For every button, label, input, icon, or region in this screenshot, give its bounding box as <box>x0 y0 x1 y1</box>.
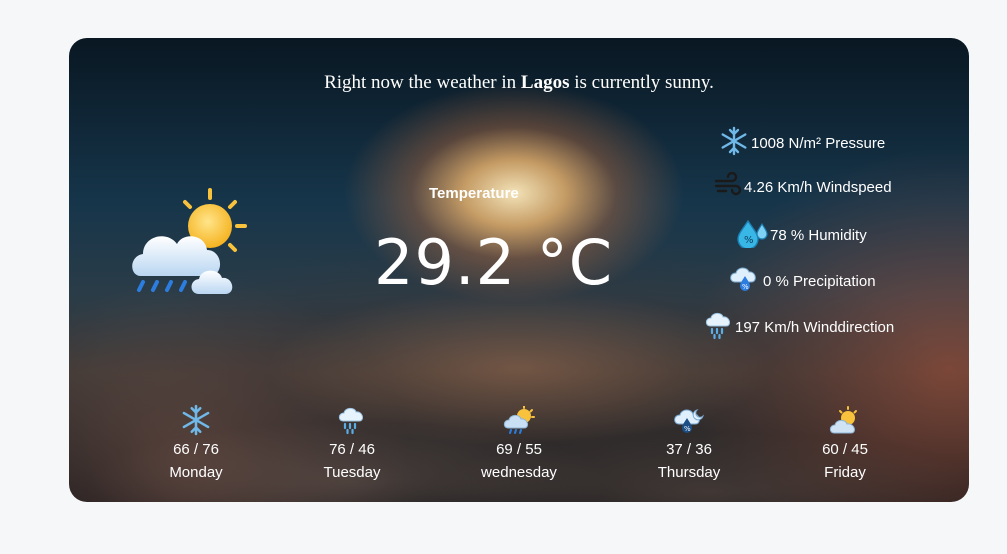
precipitation-text: 0 % Precipitation <box>763 272 876 290</box>
precipitation-cloud-icon: % <box>729 264 763 298</box>
cloud-moon-drops-icon: % <box>629 404 749 436</box>
stat-windspeed: 4.26 Km/h Windspeed <box>714 171 892 202</box>
pressure-text: 1008 N/m² Pressure <box>751 134 886 152</box>
sun-rain-cloud-icon <box>459 404 579 436</box>
forecast-range: 66 / 76 <box>173 441 219 458</box>
snowflake-icon <box>719 126 751 160</box>
stat-pressure: 1008 N/m² Pressure <box>719 126 885 160</box>
weather-card: Right now the weather in Lagos is curren… <box>69 38 969 502</box>
humidity-text: 78 % Humidity <box>770 226 867 244</box>
sun-behind-cloud-icon <box>785 404 905 436</box>
forecast-day: 60 / 45 Friday <box>785 404 905 481</box>
temperature-value: 29.2 °C <box>374 226 614 299</box>
forecast-range: 37 / 36 <box>666 441 712 458</box>
stat-precipitation: % 0 % Precipitation <box>729 264 876 298</box>
sun-behind-rain-cloud-icon <box>127 184 257 304</box>
svg-text:%: % <box>742 283 749 291</box>
forecast-range: 76 / 46 <box>329 441 375 458</box>
headline-prefix: Right now the weather in <box>324 72 521 93</box>
forecast-day-name: Tuesday <box>323 464 381 481</box>
wind-icon <box>714 171 744 202</box>
forecast-row: 66 / 76 Monday 76 / 46 Tuesday 69 / 55 w… <box>69 404 969 494</box>
city-name: Lagos <box>520 72 570 93</box>
windspeed-text: 4.26 Km/h Windspeed <box>744 178 892 196</box>
forecast-day-name: Monday <box>169 464 223 481</box>
forecast-day: % 37 / 36 Thursday <box>629 404 749 481</box>
forecast-day: 76 / 46 Tuesday <box>292 404 412 481</box>
humidity-drops-icon: % <box>736 218 770 252</box>
forecast-day: 66 / 76 Monday <box>136 404 256 481</box>
temperature-label: Temperature <box>429 185 519 202</box>
forecast-range: 60 / 45 <box>822 441 868 458</box>
headline-suffix: is currently sunny. <box>569 72 714 93</box>
forecast-day-name: wednesday <box>481 464 557 481</box>
weather-headline: Right now the weather in Lagos is curren… <box>69 72 969 94</box>
winddirection-text: 197 Km/h Winddirection <box>735 318 895 336</box>
forecast-day-name: Friday <box>824 464 866 481</box>
stat-winddirection: 197 Km/h Winddirection <box>705 310 894 344</box>
forecast-range: 69 / 55 <box>496 441 542 458</box>
rain-cloud-icon <box>292 404 412 436</box>
forecast-day: 69 / 55 wednesday <box>459 404 579 481</box>
stat-humidity: % 78 % Humidity <box>736 218 867 252</box>
rain-cloud-icon <box>705 310 735 344</box>
svg-text:%: % <box>744 235 754 246</box>
svg-text:%: % <box>684 425 691 433</box>
forecast-day-name: Thursday <box>657 464 721 481</box>
snowflake-icon <box>136 404 256 436</box>
